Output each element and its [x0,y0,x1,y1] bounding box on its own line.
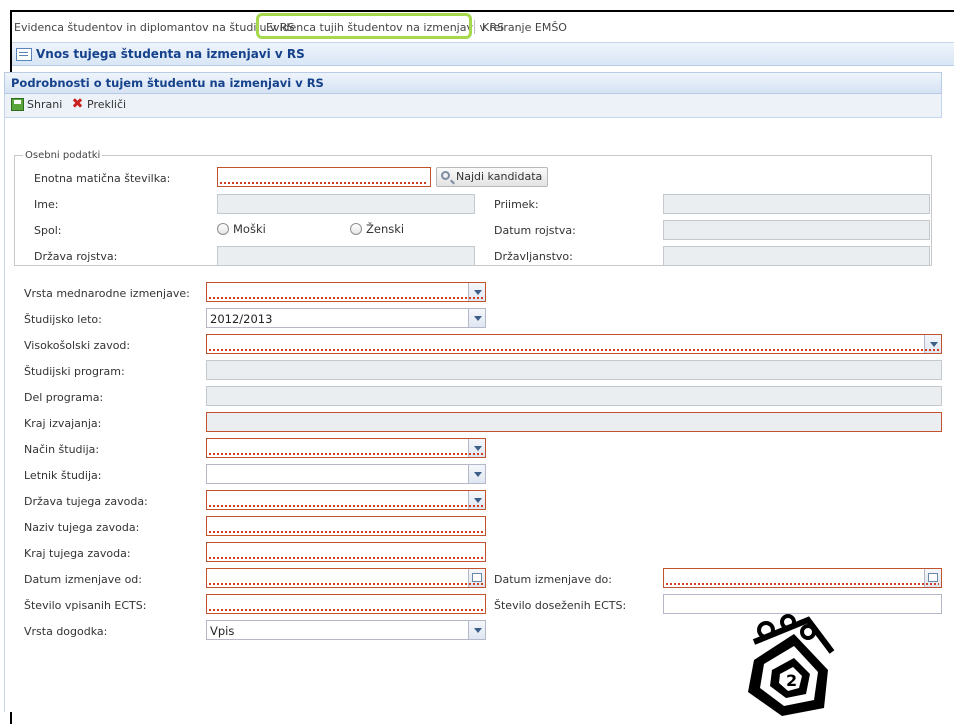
tab-separator [474,20,475,34]
kraj-izvajanja-field [206,412,942,432]
letnik-studija-label: Letnik študija: [24,469,102,482]
datum-rojstva-field [663,220,930,240]
vrsta-dogodka-select[interactable]: Vpis [206,620,486,640]
chevron-down-icon[interactable] [468,283,485,301]
svg-text:2: 2 [786,671,797,690]
active-tab-highlight [256,13,472,39]
save-label: Shrani [27,98,63,111]
chevron-down-icon[interactable] [924,335,941,353]
cancel-button[interactable]: ✖ Prekliči [71,96,127,112]
radio-circle [217,223,229,235]
panel-header: Podrobnosti o tujem študentu na izmenjav… [4,72,942,94]
save-icon [11,98,24,111]
datum-izmenjave-od-input[interactable] [206,568,486,588]
tab-bar: Evidenca študentov in diplomantov na štu… [12,12,954,43]
find-candidate-button[interactable]: Najdi kandidata [436,167,549,187]
studijski-program-field [206,360,942,380]
drzava-tujega-zavoda-label: Država tujega zavoda: [24,495,148,508]
personal-data-legend: Osebni podatki [25,150,101,161]
ects-dosezenih-input[interactable] [663,594,942,614]
studijsko-leto-value: 2012/2013 [210,312,273,326]
emso-label: Enotna matična številka: [34,172,171,185]
search-icon [441,171,450,180]
studijsko-leto-label: Študijsko leto: [24,313,102,326]
spol-zenski-label: Ženski [366,222,405,236]
calendar-icon[interactable] [924,569,941,587]
calendar-icon[interactable] [468,569,485,587]
priimek-label: Priimek: [494,198,539,211]
nacin-studija-select[interactable] [206,438,486,458]
page-header: Vnos tujega študenta na izmenjavi v RS [12,43,954,66]
del-programa-label: Del programa: [24,391,104,404]
naziv-tujega-zavoda-label: Naziv tujega zavoda: [24,521,140,534]
drzava-tujega-zavoda-select[interactable] [206,490,486,510]
visokosolski-zavod-label: Visokošolski zavod: [24,339,131,352]
chevron-down-icon[interactable] [468,309,485,327]
chevron-down-icon[interactable] [468,465,485,483]
del-programa-field [206,386,942,406]
letnik-studija-select[interactable] [206,464,486,484]
spol-label: Spol: [34,224,62,237]
naziv-tujega-zavoda-input[interactable] [206,516,486,536]
tab-evidenca-studentov[interactable]: Evidenca študentov in diplomantov na štu… [14,21,295,34]
kraj-tujega-zavoda-input[interactable] [206,542,486,562]
drzavljanstvo-label: Državljanstvo: [494,250,573,263]
ime-label: Ime: [34,198,59,211]
drzava-rojstva-label: Država rojstva: [34,250,118,263]
datum-izmenjave-do-input[interactable] [663,568,942,588]
priimek-field [663,194,930,214]
save-button[interactable]: Shrani [11,98,62,111]
kraj-izvajanja-label: Kraj izvajanja: [24,417,102,430]
chevron-down-icon[interactable] [468,621,485,639]
close-icon: ✖ [71,96,84,112]
drzavljanstvo-field [663,246,930,266]
datum-izmenjave-od-label: Datum izmenjave od: [24,573,142,586]
chevron-down-icon[interactable] [468,491,485,509]
drzava-rojstva-field [217,246,475,266]
ects-vpisanih-label: Število vpisanih ECTS: [24,599,147,612]
datum-rojstva-label: Datum rojstva: [494,224,576,237]
tab-kreiranje-emso[interactable]: Kreiranje EMŠO [482,21,567,34]
kraj-tujega-zavoda-label: Kraj tujega zavoda: [24,547,131,560]
vrsta-dogodka-value: Vpis [210,624,235,638]
ects-vpisanih-input[interactable] [206,594,486,614]
studijski-program-label: Študijski program: [24,365,125,378]
find-candidate-label: Najdi kandidata [456,170,543,183]
cancel-label: Prekliči [87,98,127,111]
spol-moski-label: Moški [233,222,266,236]
vrsta-izmenjave-select[interactable] [206,282,486,302]
emso-input[interactable] [217,167,431,187]
chevron-down-icon[interactable] [468,439,485,457]
toolbar: Shrani ✖ Prekliči [4,94,942,118]
nacin-studija-label: Način študija: [24,443,100,456]
vrsta-izmenjave-label: Vrsta mednarodne izmenjave: [24,287,190,300]
spol-moski-radio[interactable]: Moški [217,222,266,236]
ects-dosezenih-label: Število doseženih ECTS: [494,599,627,612]
datum-izmenjave-do-label: Datum izmenjave do: [494,573,612,586]
calendar-clipart-icon: 2 [748,614,835,716]
page-title: Vnos tujega študenta na izmenjavi v RS [36,47,305,61]
form-icon [16,48,32,61]
radio-circle [350,223,362,235]
panel-title: Podrobnosti o tujem študentu na izmenjav… [11,76,324,90]
vrsta-dogodka-label: Vrsta dogodka: [24,625,108,638]
spol-zenski-radio[interactable]: Ženski [350,222,404,236]
ime-field [217,194,475,214]
visokosolski-zavod-select[interactable] [206,334,942,354]
studijsko-leto-select[interactable]: 2012/2013 [206,308,486,328]
